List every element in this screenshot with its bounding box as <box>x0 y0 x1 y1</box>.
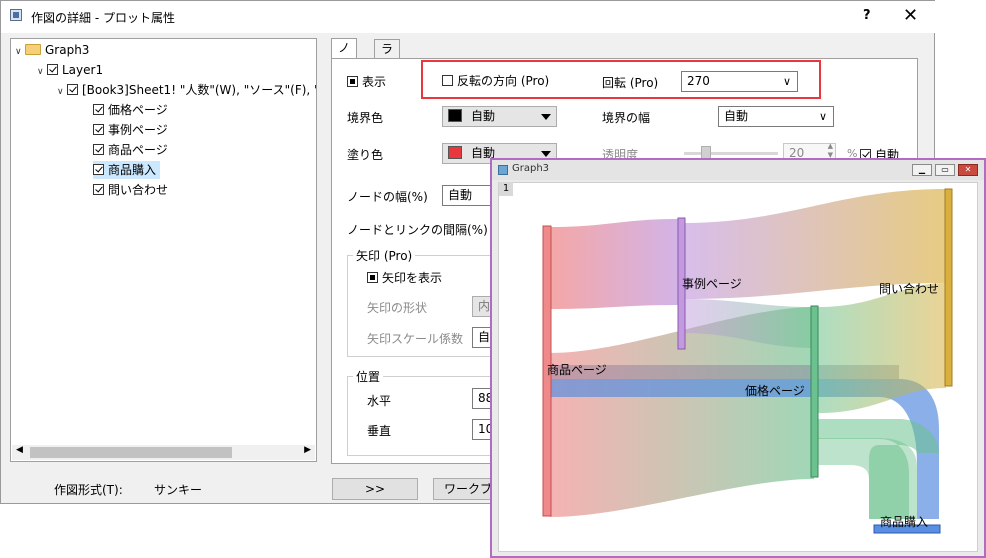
dropdown-arrow-icon <box>541 114 551 120</box>
tab-label[interactable]: ラベル <box>374 39 401 94</box>
show-arrow-checkbox[interactable] <box>367 272 378 283</box>
border-color-value: 自動 <box>471 109 496 123</box>
close-icon[interactable]: ✕ <box>958 164 978 176</box>
spacing-label: ノードとリンクの間隔(%) <box>347 223 488 237</box>
tree-item-label: 問い合わせ <box>108 183 169 197</box>
show-arrow-option[interactable]: 矢印を表示 <box>367 269 442 286</box>
layer-tab[interactable]: 1 <box>499 182 513 196</box>
dropdown-arrow-icon <box>541 151 551 157</box>
tree-scrollbar[interactable]: ◀ ▶ <box>12 445 315 460</box>
show-option[interactable]: 表示 <box>347 73 386 90</box>
node-label-purchase: 商品購入 <box>880 515 929 529</box>
item-checkbox[interactable] <box>93 184 104 195</box>
arrow-scale-label: 矢印スケール係数 <box>367 332 464 346</box>
tree-plot-label: [Book3]Sheet1! "人数"(W), "ソース"(F), "タ <box>82 83 317 97</box>
tree-item[interactable]: 事例ページ <box>93 121 168 139</box>
highlight-box <box>421 60 821 99</box>
border-width-select[interactable]: 自動 ∨ <box>718 106 834 127</box>
graph-title-bar: Graph3 ▁ ▭ ✕ <box>492 160 984 180</box>
window-icon <box>10 9 22 21</box>
graph-icon <box>498 165 508 175</box>
arrow-shape-value: 内側 <box>478 299 491 313</box>
title-bar: 作図の詳細 - プロット属性 ? ✕ <box>1 1 936 33</box>
layer-checkbox[interactable] <box>47 64 58 75</box>
plot-type-value: サンキー <box>154 483 203 497</box>
graph-title: Graph3 <box>512 163 550 174</box>
show-arrow-label: 矢印を表示 <box>382 271 443 285</box>
border-width-label: 境界の幅 <box>602 111 651 125</box>
vertical-label: 垂直 <box>367 424 392 438</box>
arrow-scale-value: 自動 <box>478 330 491 344</box>
node-label-case: 事例ページ <box>682 277 742 291</box>
fill-color-label: 塗り色 <box>347 148 384 162</box>
item-checkbox[interactable] <box>93 104 104 115</box>
tree-item-label: 商品ページ <box>108 143 168 157</box>
chevron-down-icon: ∨ <box>818 110 827 123</box>
plot-type-label: 作図形式(T): <box>54 483 123 497</box>
scroll-thumb[interactable] <box>30 447 232 458</box>
chevron-down-icon[interactable]: ∨ <box>37 63 47 81</box>
node-width-value: 自動 <box>448 188 473 202</box>
horizontal-label: 水平 <box>367 394 392 408</box>
link-price-purchase-band <box>818 438 917 519</box>
scroll-left-icon[interactable]: ◀ <box>16 445 23 455</box>
plot-checkbox[interactable] <box>67 84 78 95</box>
node-label-inquiry: 問い合わせ <box>879 282 940 296</box>
link-product-case <box>550 219 680 309</box>
border-color-select[interactable]: 自動 <box>442 106 557 127</box>
tree-item-label: 事例ページ <box>108 123 168 137</box>
graph-page: 商品ページ 事例ページ 価格ページ 問い合わせ 商品購入 <box>498 182 978 552</box>
fill-color-swatch <box>448 146 462 159</box>
tree-plot[interactable]: ∨ [Book3]Sheet1! "人数"(W), "ソース"(F), "タ <box>57 81 317 101</box>
chevron-down-icon[interactable]: ∨ <box>57 83 67 101</box>
tree-layer-label: Layer1 <box>62 63 104 77</box>
border-color-label: 境界色 <box>347 111 384 125</box>
folder-icon <box>25 44 41 55</box>
dialog-title: 作図の詳細 - プロット属性 <box>31 11 175 25</box>
tab-node[interactable]: ノード <box>331 38 358 93</box>
position-group-title: 位置 <box>353 368 384 385</box>
tree-item[interactable]: 価格ページ <box>93 101 168 119</box>
graph-window[interactable]: Graph3 ▁ ▭ ✕ 商品ページ 事例ページ 価格ページ 問い合わせ 商品購… <box>490 158 986 558</box>
restore-icon[interactable]: ▭ <box>935 164 955 176</box>
tree-root[interactable]: ∨ Graph3 <box>15 41 89 59</box>
node-width-label: ノードの幅(%) <box>347 190 428 204</box>
arrow-shape-label: 矢印の形状 <box>367 301 428 315</box>
tree-item-label: 商品購入 <box>108 163 157 177</box>
item-checkbox[interactable] <box>93 124 104 135</box>
tree-layer[interactable]: ∨ Layer1 <box>37 61 103 79</box>
arrow-group-title: 矢印 (Pro) <box>353 247 416 264</box>
show-checkbox[interactable] <box>347 76 358 87</box>
tree-item[interactable]: 商品ページ <box>93 141 168 159</box>
item-checkbox[interactable] <box>93 164 104 175</box>
tree-item-label: 価格ページ <box>108 103 168 117</box>
item-checkbox[interactable] <box>93 144 104 155</box>
node-inquiry[interactable] <box>944 188 953 387</box>
tree-root-label: Graph3 <box>45 43 90 57</box>
chevron-down-icon[interactable]: ∨ <box>15 43 25 61</box>
border-width-value: 自動 <box>724 109 749 123</box>
show-label: 表示 <box>362 75 387 89</box>
tree-item[interactable]: 問い合わせ <box>93 181 168 199</box>
expand-button[interactable]: >> <box>332 478 418 500</box>
tree-item-selected[interactable]: 商品購入 <box>93 161 161 179</box>
border-color-swatch <box>448 109 462 122</box>
node-label-price: 価格ページ <box>745 384 805 398</box>
plot-tree: ∨ Graph3 ∨ Layer1 ∨ [Book3]Sheet1! "人数"(W),… <box>10 38 317 462</box>
node-label-product: 商品ページ <box>547 363 607 377</box>
scroll-right-icon[interactable]: ▶ <box>304 445 311 455</box>
node-price[interactable] <box>810 305 819 478</box>
help-button[interactable]: ? <box>863 8 871 23</box>
transparency-slider[interactable] <box>684 146 778 160</box>
minimize-icon[interactable]: ▁ <box>912 164 932 176</box>
close-button[interactable]: ✕ <box>903 5 918 26</box>
